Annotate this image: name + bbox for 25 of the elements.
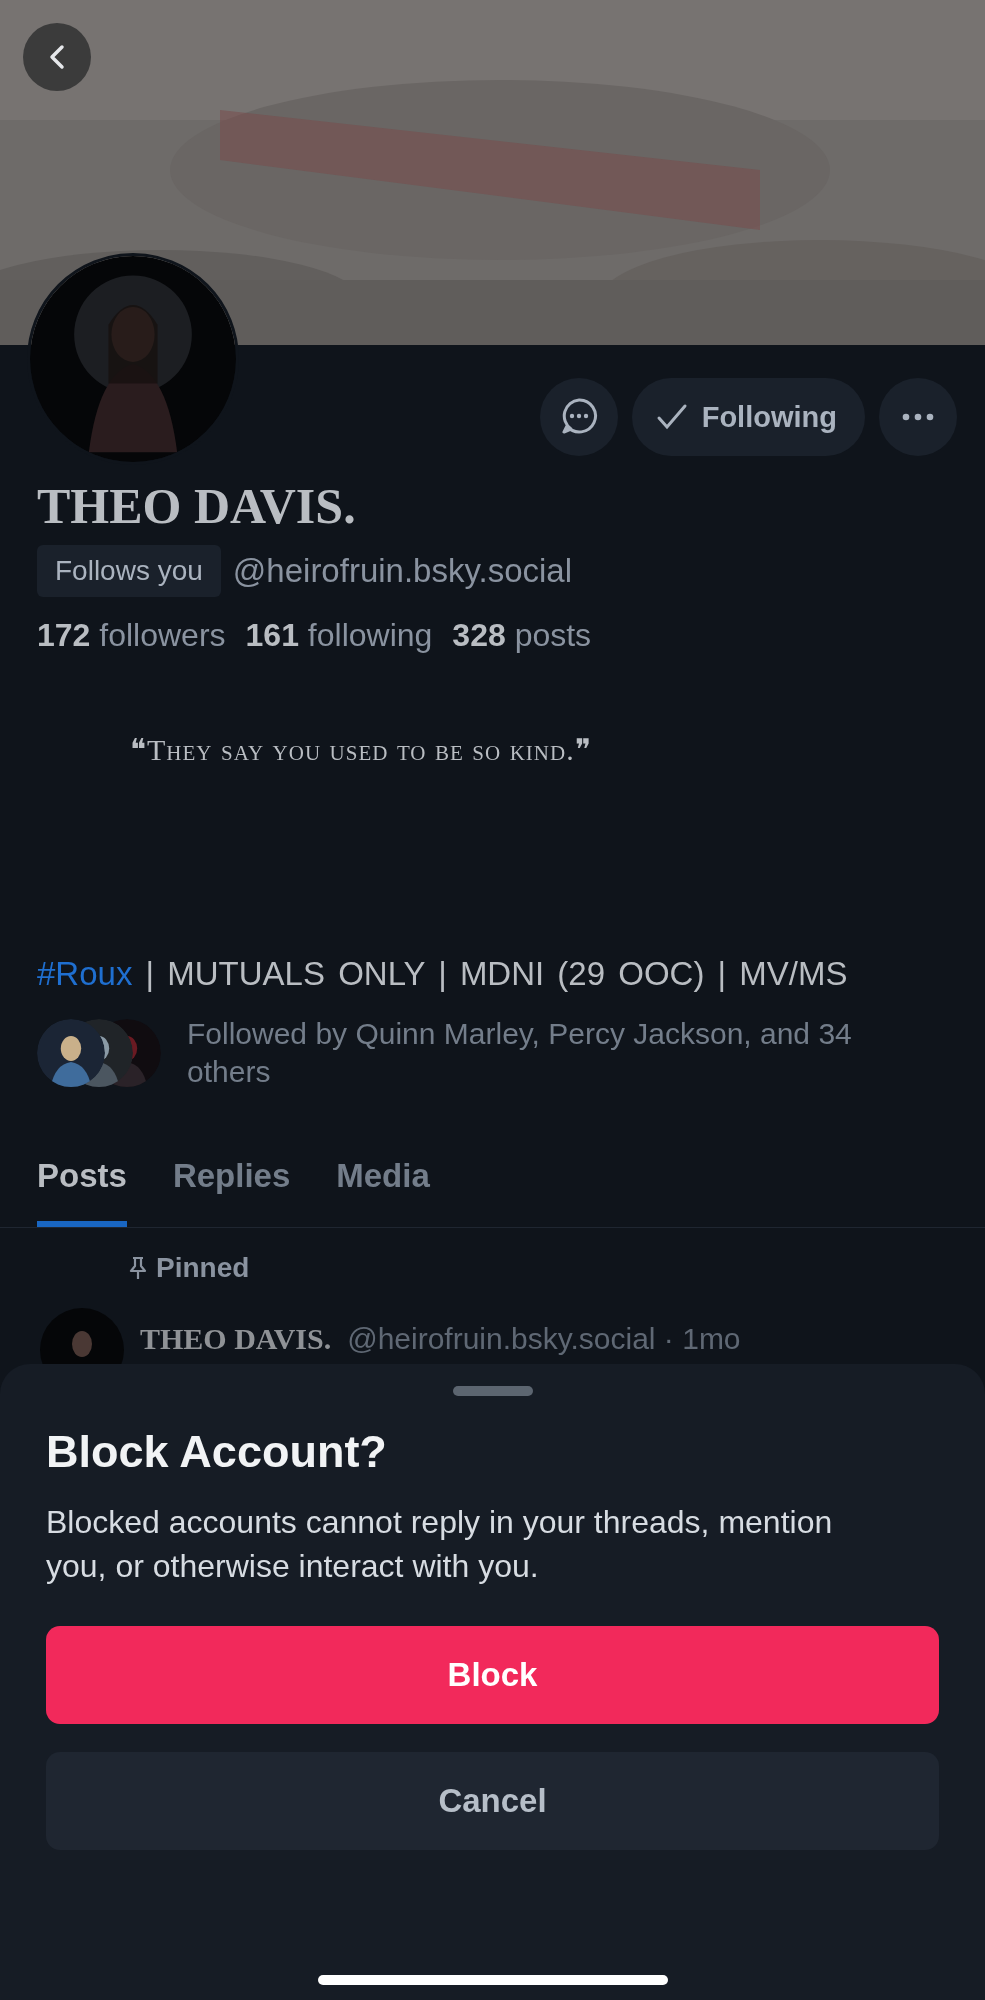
followed-by-text[interactable]: Followed by Quinn Marley, Percy Jackson, and 34 others [187, 1015, 927, 1091]
handle: @heirofruin.bsky.social [232, 552, 573, 590]
tab[interactable]: Replies [172, 1139, 291, 1227]
more-icon [902, 413, 934, 421]
hashtag-link[interactable]: #Roux [37, 955, 133, 992]
pinned-label: Pinned [156, 1252, 250, 1284]
tab[interactable]: Posts [37, 1139, 127, 1227]
checkmark-icon [655, 403, 688, 431]
pin-icon [128, 1256, 148, 1280]
follows-you-badge: Follows you [37, 545, 221, 597]
sheet-title: Block Account? [46, 1426, 388, 1478]
tab[interactable]: Media [336, 1139, 430, 1227]
display-name: THEO DAVIS. [37, 477, 357, 535]
block-button[interactable]: Block [46, 1626, 939, 1724]
stat-count[interactable]: 328 posts [452, 617, 592, 654]
post-meta: @heirofruin.bsky.social · 1mo [347, 1322, 741, 1356]
stat-count[interactable]: 161 following [245, 617, 433, 654]
drag-handle[interactable] [452, 1386, 533, 1396]
sheet-description: Blocked accounts cannot reply in your threads, mention you, or otherwise interact with you. [46, 1503, 834, 1586]
following-button[interactable]: Following [631, 378, 865, 456]
bio-text: #Roux | MUTUALS ONLY | MDNI (29 OOC) | MV/MS [37, 955, 849, 993]
cancel-button[interactable]: Cancel [46, 1752, 939, 1850]
stat-count[interactable]: 172 followers [37, 617, 226, 654]
post-author: THEO DAVIS. [140, 1322, 332, 1356]
bio-quote: ❝They say you used to be so kind.❞ [130, 732, 593, 767]
